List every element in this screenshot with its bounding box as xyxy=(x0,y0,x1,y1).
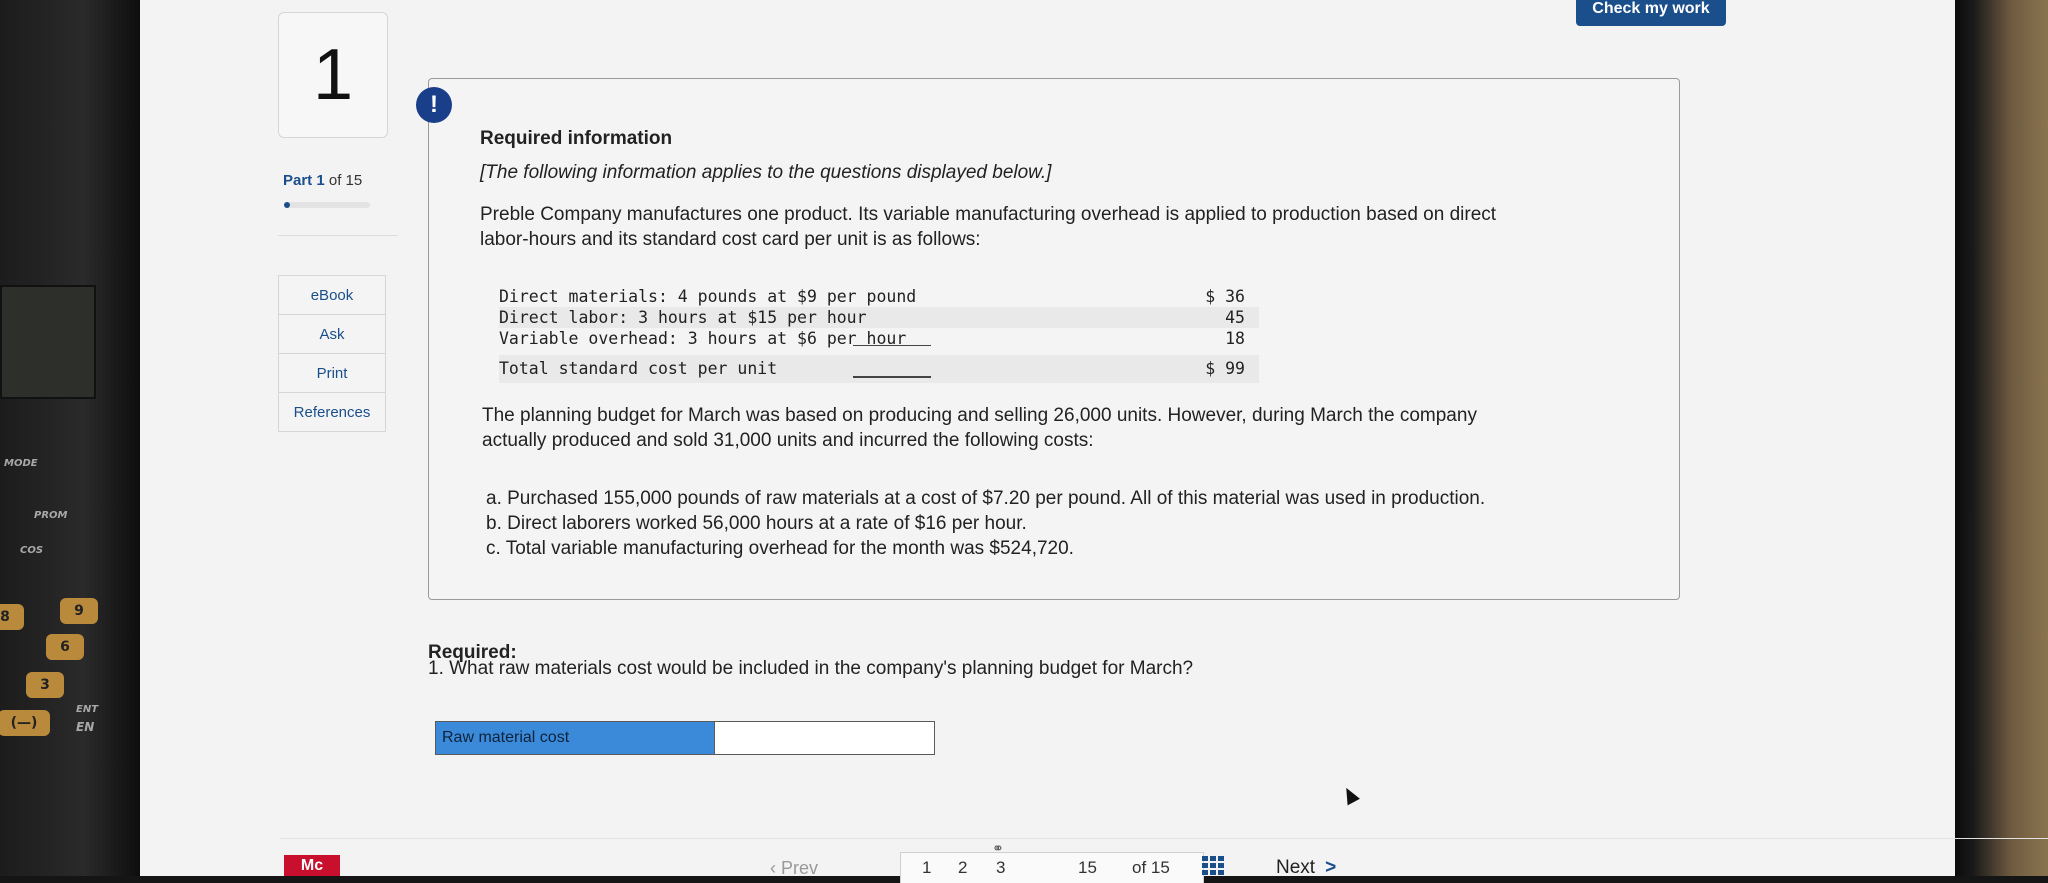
references-button[interactable]: References xyxy=(278,393,386,432)
cost-label: Variable overhead: 3 hours at $6 per hou… xyxy=(499,329,907,348)
calculator-key: (—) xyxy=(0,710,50,736)
question-number: 1 xyxy=(278,12,388,138)
check-my-work-button[interactable]: Check my work xyxy=(1576,0,1726,26)
calculator-label: ENT xyxy=(76,704,99,715)
part-progress-bar xyxy=(284,202,370,208)
ask-button[interactable]: Ask xyxy=(278,315,386,354)
page-link[interactable]: 1 xyxy=(922,858,931,878)
calculator-label: PROM xyxy=(34,510,68,521)
info-title: Required information xyxy=(480,128,673,149)
print-button[interactable]: Print xyxy=(278,354,386,393)
link-icon: ⚭ xyxy=(992,840,1004,856)
page-link[interactable]: 15 xyxy=(1078,858,1097,878)
standard-cost-card: Direct materials: 4 pounds at $9 per pou… xyxy=(499,286,1259,383)
cost-label: Direct materials: 4 pounds at $9 per pou… xyxy=(499,287,917,306)
side-menu: eBook Ask Print References xyxy=(278,275,386,432)
info-note: [The following information applies to th… xyxy=(480,162,1052,183)
intro-line: labor-hours and its standard cost card p… xyxy=(480,229,981,250)
list-item: c. Total variable manufacturing overhead… xyxy=(486,538,1074,559)
alert-icon: ! xyxy=(416,87,452,123)
list-item: b. Direct laborers worked 56,000 hours a… xyxy=(486,513,1027,534)
cost-amount: $ 36 xyxy=(1205,287,1245,306)
calculator-label: MODE xyxy=(4,458,38,469)
cost-row-total: Total standard cost per unit $ 99 xyxy=(499,355,1259,383)
total-rule xyxy=(853,376,931,378)
prev-label: Prev xyxy=(781,858,819,878)
answer-label: Raw material cost xyxy=(436,722,714,754)
page-link[interactable]: 2 xyxy=(958,858,967,878)
budget-paragraph: The planning budget for March was based … xyxy=(482,403,1477,453)
calculator-label: EN xyxy=(76,720,95,734)
calculator-background: MODE PROM COS 8 9 6 3 (—) ENT EN xyxy=(0,0,140,876)
info-intro: Preble Company manufactures one product.… xyxy=(480,202,1496,252)
page-total: of 15 xyxy=(1132,858,1170,877)
footer-divider xyxy=(280,838,2048,839)
calculator-key: 9 xyxy=(60,598,98,624)
chevron-right-icon: > xyxy=(1325,857,1337,878)
part-indicator: Part 1 of 15 xyxy=(283,172,362,189)
cost-row: Direct materials: 4 pounds at $9 per pou… xyxy=(499,286,1259,307)
ebook-button[interactable]: eBook xyxy=(278,275,386,315)
actual-costs-list: a. Purchased 155,000 pounds of raw mater… xyxy=(486,486,1485,561)
subtotal-rule xyxy=(853,345,931,346)
desk-background xyxy=(1955,0,2048,876)
raw-material-cost-input[interactable] xyxy=(714,722,934,754)
list-item: a. Purchased 155,000 pounds of raw mater… xyxy=(486,488,1486,509)
mouse-cursor-icon xyxy=(1340,784,1360,806)
cost-label: Direct labor: 3 hours at $15 per hour xyxy=(499,308,867,327)
cost-row: Direct labor: 3 hours at $15 per hour 45 xyxy=(499,307,1259,328)
part-total: of 15 xyxy=(328,172,363,189)
cost-amount: 18 xyxy=(1225,329,1245,348)
divider xyxy=(278,235,398,236)
next-label: Next xyxy=(1276,857,1316,878)
part-progress-fill xyxy=(284,202,290,208)
grid-view-icon[interactable] xyxy=(1202,856,1224,875)
calculator-key: 3 xyxy=(26,672,64,698)
answer-row: Raw material cost xyxy=(435,721,935,755)
calculator-key: 8 xyxy=(0,604,24,630)
cost-amount: 45 xyxy=(1225,308,1245,327)
budget-line: The planning budget for March was based … xyxy=(482,405,1477,426)
question-text: 1. What raw materials cost would be incl… xyxy=(428,658,1194,679)
cost-label: Total standard cost per unit xyxy=(499,359,778,378)
calculator-display xyxy=(0,285,96,399)
part-label: Part 1 xyxy=(283,172,325,189)
calculator-key: 6 xyxy=(46,634,84,660)
mcgraw-hill-logo: Mc xyxy=(284,855,340,876)
intro-line: Preble Company manufactures one product.… xyxy=(480,204,1497,225)
cost-amount: $ 99 xyxy=(1205,359,1245,378)
page-link-current[interactable]: 3 xyxy=(996,858,1005,878)
budget-line: actually produced and sold 31,000 units … xyxy=(482,430,1094,451)
app-screen: 1 Part 1 of 15 eBook Ask Print Reference… xyxy=(140,0,2048,883)
calculator-label: COS xyxy=(20,545,44,556)
